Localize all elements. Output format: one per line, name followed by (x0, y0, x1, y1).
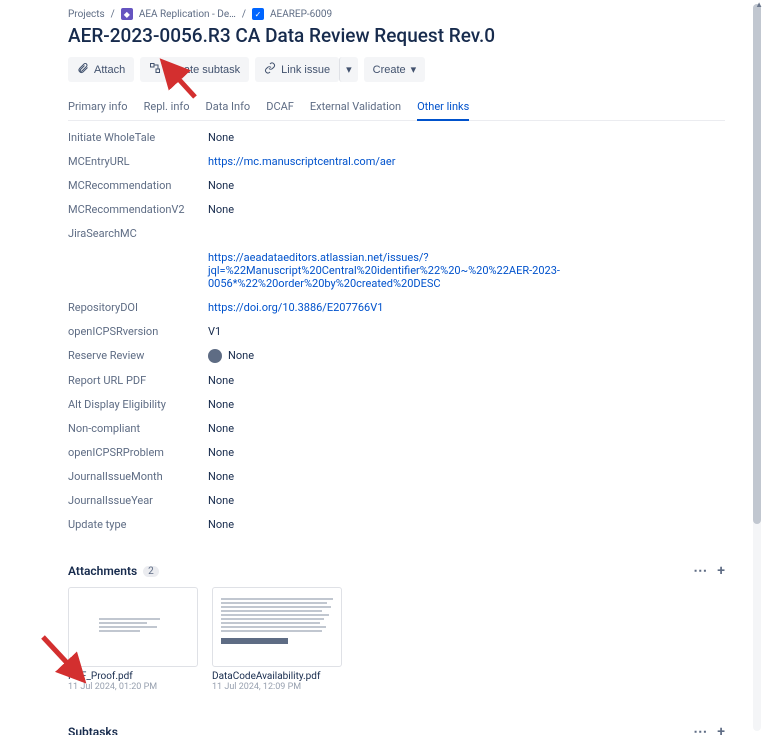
create-dropdown-button[interactable]: Create ▾ (364, 57, 426, 82)
field-label: MCEntryURL (68, 155, 208, 168)
attach-icon (77, 62, 89, 77)
link-issue-dropdown[interactable]: ▾ (339, 57, 358, 82)
field-value: None (208, 131, 725, 144)
field-label: Non-compliant (68, 422, 208, 435)
field-value: None (208, 349, 725, 363)
attachments-header: Attachments 2 ⋯ + (68, 563, 725, 579)
attachment-name: PDF_Proof.pdf (68, 671, 198, 682)
field-value[interactable]: https://doi.org/10.3886/E207766V1 (208, 301, 725, 314)
field-value: None (208, 398, 725, 411)
field-value: None (208, 518, 725, 531)
attachments-more-icon[interactable]: ⋯ (693, 563, 707, 579)
link-issue-label: Link issue (281, 64, 330, 76)
create-subtask-button[interactable]: Create subtask (140, 57, 249, 82)
field-value: None (208, 446, 725, 459)
attachment-meta: 11 Jul 2024, 12:09 PM (212, 682, 342, 692)
attachment-meta: 11 Jul 2024, 01:20 PM (68, 682, 198, 692)
link-icon (264, 62, 276, 77)
chevron-down-icon: ▾ (411, 63, 417, 76)
tab-other-links[interactable]: Other links (417, 94, 469, 121)
field-value: None (208, 203, 725, 216)
attach-button[interactable]: Attach (68, 57, 134, 82)
attachments-add-icon[interactable]: + (717, 563, 725, 579)
create-subtask-label: Create subtask (166, 64, 240, 76)
create-label: Create (373, 64, 406, 76)
attachment-name: DataCodeAvailability.pdf (212, 671, 342, 682)
field-label: Report URL PDF (68, 374, 208, 387)
field-label: Update type (68, 518, 208, 531)
field-value: None (208, 422, 725, 435)
chevron-down-icon: ▾ (346, 63, 352, 76)
field-label: MCRecommendation (68, 179, 208, 192)
field-value[interactable]: https://mc.manuscriptcentral.com/aer (208, 155, 725, 168)
breadcrumb: Projects / ◆ AEA Replication - De… / ✓ A… (68, 8, 725, 20)
field-value: None (208, 494, 725, 507)
attachments-label: Attachments (68, 564, 137, 578)
tab-external-validation[interactable]: External Validation (310, 94, 401, 120)
tab-repl-info[interactable]: Repl. info (144, 94, 190, 120)
subtasks-add-icon[interactable]: + (717, 724, 725, 735)
issue-type-icon: ✓ (252, 8, 264, 20)
breadcrumb-projects[interactable]: Projects (68, 9, 105, 20)
field-label: openICPSRversion (68, 325, 208, 338)
tab-data-info[interactable]: Data Info (206, 94, 251, 120)
field-label: openICPSRProblem (68, 446, 208, 459)
field-label: MCRecommendationV2 (68, 203, 208, 216)
attachment-thumbnail (212, 587, 342, 667)
field-label: JournalIssueYear (68, 494, 208, 507)
action-bar: Attach Create subtask Link issue ▾ Creat… (68, 57, 725, 82)
field-label: JournalIssueMonth (68, 470, 208, 483)
field-value[interactable]: https://aeadataeditors.atlassian.net/iss… (208, 251, 725, 290)
subtasks-label: Subtasks (68, 725, 118, 735)
field-label: Alt Display Eligibility (68, 398, 208, 411)
attachment-card[interactable]: DataCodeAvailability.pdf11 Jul 2024, 12:… (212, 587, 342, 692)
field-value: V1 (208, 325, 725, 338)
link-issue-button[interactable]: Link issue (255, 57, 339, 82)
subtasks-more-icon[interactable]: ⋯ (693, 724, 707, 735)
tab-primary-info[interactable]: Primary info (68, 94, 128, 120)
subtask-icon (149, 62, 161, 77)
issue-title: AER-2023-0056.R3 CA Data Review Request … (68, 24, 725, 47)
field-label: JiraSearchMC (68, 227, 208, 240)
breadcrumb-issue[interactable]: AEAREP-6009 (270, 9, 332, 20)
field-value: None (208, 470, 725, 483)
field-label: Initiate WholeTale (68, 131, 208, 144)
attachments-count: 2 (143, 566, 159, 577)
scrollbar-thumb[interactable] (753, 4, 761, 524)
breadcrumb-project[interactable]: AEA Replication - De… (139, 9, 236, 20)
attach-label: Attach (94, 64, 125, 76)
subtasks-header: Subtasks ⋯ + (68, 724, 725, 735)
field-value: None (208, 374, 725, 387)
fields-panel: Initiate WholeTaleNoneMCEntryURLhttps://… (68, 131, 725, 531)
tab-dcaf[interactable]: DCAF (266, 94, 294, 120)
project-icon: ◆ (121, 8, 133, 20)
scroll-up-icon[interactable]: ▲ (755, 0, 763, 9)
field-label: Reserve Review (68, 349, 208, 363)
attachment-card[interactable]: PDF_Proof.pdf11 Jul 2024, 01:20 PM (68, 587, 198, 692)
tabs: Primary info Repl. info Data Info DCAF Exter… (68, 94, 725, 121)
field-value: None (208, 179, 725, 192)
field-label: RepositoryDOI (68, 301, 208, 314)
attachment-thumbnail (68, 587, 198, 667)
